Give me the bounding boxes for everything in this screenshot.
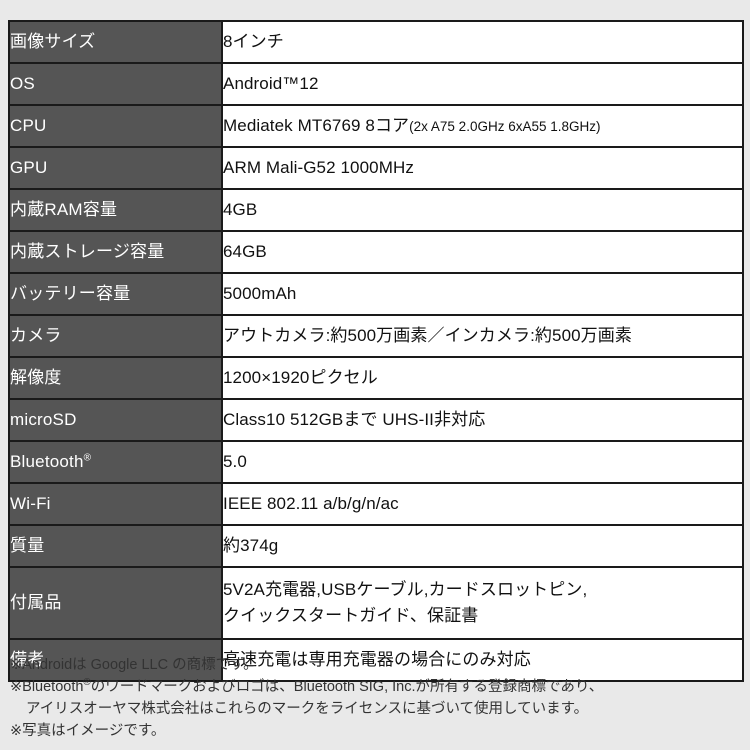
footnotes-block: ※Androidは Google LLC の商標です。 ※Bluetooth®の… bbox=[10, 654, 742, 742]
spec-label-resolution: 解像度 bbox=[9, 356, 223, 400]
footnote-photo: ※写真はイメージです。 bbox=[10, 723, 166, 740]
table-row: GPU ARM Mali-G52 1000MHz bbox=[9, 146, 743, 190]
footnote-bluetooth-cont: アイリスオーヤマ株式会社はこれらのマークをライセンスに基づいて使用しています。 bbox=[26, 701, 589, 718]
spec-value-cpu-detail: (2x A75 2.0GHz 6xA55 1.8GHz) bbox=[409, 119, 601, 135]
table-row: Bluetooth® 5.0 bbox=[9, 440, 743, 484]
spec-value-cpu-main: Mediatek MT6769 8コア bbox=[223, 116, 410, 136]
spec-value-weight: 約374g bbox=[222, 524, 743, 568]
spec-value-accessories-line1: 5V2A充電器,USBケーブル,カードスロットピン, bbox=[223, 579, 588, 599]
table-row: バッテリー容量 5000mAh bbox=[9, 272, 743, 316]
spec-value-accessories: 5V2A充電器,USBケーブル,カードスロットピン, クイックスタートガイド、保… bbox=[222, 566, 743, 640]
table-row: Wi-Fi IEEE 802.11 a/b/g/n/ac bbox=[9, 482, 743, 526]
spec-label-microsd: microSD bbox=[9, 398, 223, 442]
footnote-android: ※Androidは Google LLC の商標です。 bbox=[10, 657, 258, 673]
specifications-table-body: 画像サイズ 8インチ OS Android™12 CPU Mediatek MT… bbox=[9, 21, 743, 681]
spec-label-image-size: 画像サイズ bbox=[9, 21, 223, 64]
spec-label-gpu: GPU bbox=[9, 146, 223, 190]
spec-sheet-page: 画像サイズ 8インチ OS Android™12 CPU Mediatek MT… bbox=[0, 0, 750, 750]
spec-value-resolution: 1200×1920ピクセル bbox=[222, 356, 743, 400]
spec-value-os: Android™12 bbox=[222, 62, 743, 106]
table-row: microSD Class10 512GBまで UHS-II非対応 bbox=[9, 398, 743, 442]
spec-value-ram: 4GB bbox=[222, 188, 743, 232]
spec-label-bluetooth: Bluetooth® bbox=[9, 440, 223, 484]
specifications-table: 画像サイズ 8インチ OS Android™12 CPU Mediatek MT… bbox=[8, 20, 744, 682]
spec-label-cpu: CPU bbox=[9, 104, 223, 148]
table-row: 内蔵RAM容量 4GB bbox=[9, 188, 743, 232]
spec-value-storage: 64GB bbox=[222, 230, 743, 274]
registered-trademark-icon: ® bbox=[83, 677, 91, 689]
spec-value-cpu: Mediatek MT6769 8コア(2x A75 2.0GHz 6xA55 … bbox=[222, 104, 743, 148]
table-row: OS Android™12 bbox=[9, 62, 743, 106]
spec-label-battery: バッテリー容量 bbox=[9, 272, 223, 316]
spec-label-weight: 質量 bbox=[9, 524, 223, 568]
spec-label-storage: 内蔵ストレージ容量 bbox=[9, 230, 223, 274]
spec-value-bluetooth: 5.0 bbox=[222, 440, 743, 484]
spec-label-camera: カメラ bbox=[9, 314, 223, 358]
spec-value-camera: アウトカメラ:約500万画素／インカメラ:約500万画素 bbox=[222, 314, 743, 358]
footnote-bluetooth-prefix: ※Bluetooth bbox=[10, 679, 84, 696]
table-row: 付属品 5V2A充電器,USBケーブル,カードスロットピン, クイックスタートガ… bbox=[9, 566, 743, 640]
footnote-bluetooth: ※Bluetooth®のワードマークおよびロゴは、Bluetooth SIG, … bbox=[10, 676, 742, 698]
spec-value-accessories-line2: クイックスタートガイド、保証書 bbox=[223, 606, 479, 625]
table-row: カメラ アウトカメラ:約500万画素／インカメラ:約500万画素 bbox=[9, 314, 743, 358]
spec-label-ram: 内蔵RAM容量 bbox=[9, 188, 223, 232]
registered-trademark-icon: ® bbox=[83, 452, 92, 464]
table-row: 質量 約374g bbox=[9, 524, 743, 568]
table-row: 解像度 1200×1920ピクセル bbox=[9, 356, 743, 400]
table-row: 画像サイズ 8インチ bbox=[9, 21, 743, 64]
spec-label-wifi: Wi-Fi bbox=[9, 482, 223, 526]
spec-label-bluetooth-text: Bluetooth bbox=[10, 452, 84, 472]
spec-value-microsd: Class10 512GBまで UHS-II非対応 bbox=[222, 398, 743, 442]
spec-value-battery: 5000mAh bbox=[222, 272, 743, 316]
spec-value-wifi: IEEE 802.11 a/b/g/n/ac bbox=[222, 482, 743, 526]
table-row: 内蔵ストレージ容量 64GB bbox=[9, 230, 743, 274]
spec-label-os: OS bbox=[9, 62, 223, 106]
footnote-bluetooth-rest: のワードマークおよびロゴは、Bluetooth SIG, Inc.が所有する登録… bbox=[90, 679, 604, 696]
spec-value-image-size: 8インチ bbox=[222, 21, 743, 64]
spec-label-accessories: 付属品 bbox=[9, 566, 223, 640]
spec-value-gpu: ARM Mali-G52 1000MHz bbox=[222, 146, 743, 190]
table-row: CPU Mediatek MT6769 8コア(2x A75 2.0GHz 6x… bbox=[9, 104, 743, 148]
